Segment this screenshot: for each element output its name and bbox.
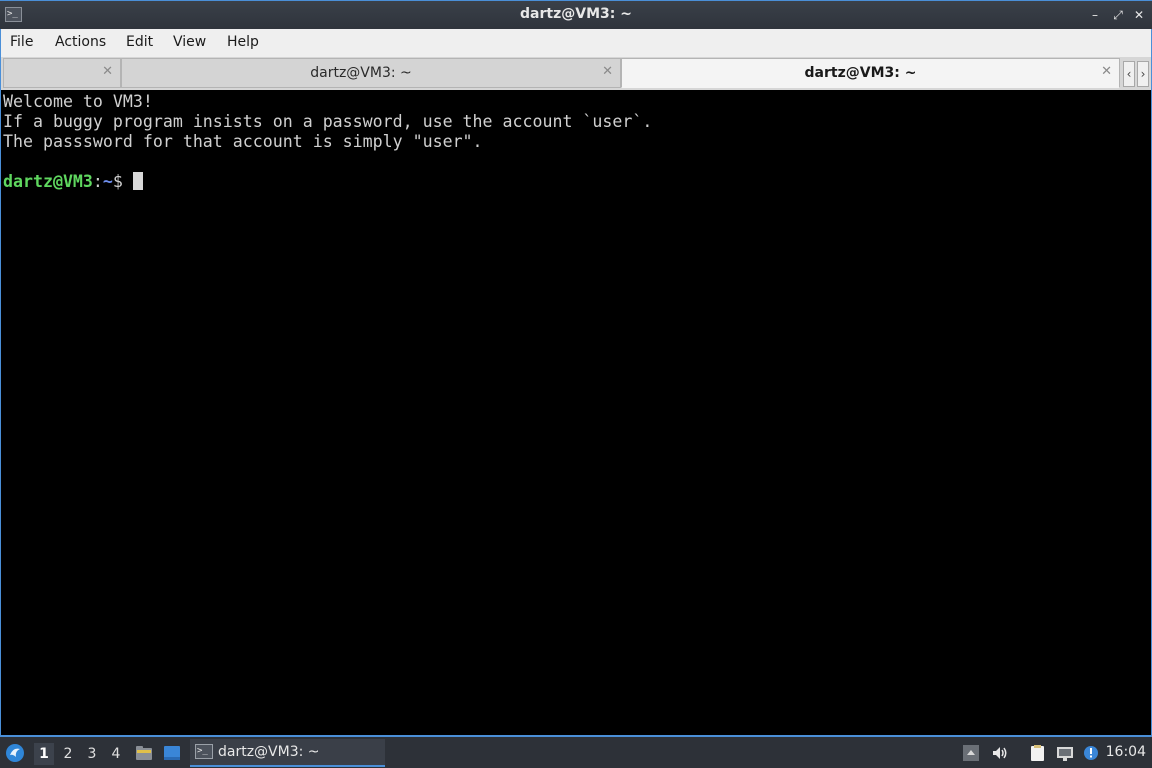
clipboard-icon[interactable] xyxy=(1028,744,1046,762)
terminal-icon: >_ xyxy=(195,744,213,759)
file-manager-icon[interactable] xyxy=(135,745,153,761)
lxqt-menu-icon[interactable] xyxy=(5,743,25,763)
terminal-cursor xyxy=(132,172,143,190)
terminal-line: Welcome to VM3! xyxy=(3,92,153,111)
terminal-line: If a buggy program insists on a password… xyxy=(3,112,653,131)
tab-1[interactable]: ✕ xyxy=(3,58,121,88)
tab-close-icon[interactable]: ✕ xyxy=(102,64,113,80)
maximize-button[interactable]: ⤢ xyxy=(1110,7,1126,23)
terminal-area[interactable]: Welcome to VM3! If a buggy program insis… xyxy=(0,90,1152,735)
update-notifier-icon[interactable] xyxy=(1082,744,1100,762)
menu-edit[interactable]: Edit xyxy=(126,34,153,50)
workspace-4[interactable]: 4 xyxy=(106,743,126,765)
prompt-dollar: $ xyxy=(112,172,123,191)
task-label: dartz@VM3: ~ xyxy=(218,744,320,760)
tab-close-icon[interactable]: ✕ xyxy=(602,64,613,80)
tab-scroll-left-button[interactable]: ‹ xyxy=(1123,61,1135,87)
menu-help[interactable]: Help xyxy=(227,34,259,50)
menu-view[interactable]: View xyxy=(173,34,206,50)
menu-file[interactable]: File xyxy=(10,34,33,50)
prompt-path: ~ xyxy=(102,172,113,191)
tab-label: dartz@VM3: ~ xyxy=(804,65,917,81)
window-titlebar[interactable]: >_ dartz@VM3: ~ – ⤢ ✕ xyxy=(0,0,1152,29)
workspace-2[interactable]: 2 xyxy=(58,743,78,765)
prompt-colon: : xyxy=(92,172,103,191)
tab-3[interactable]: dartz@VM3: ~ ✕ xyxy=(621,58,1120,88)
tab-label: dartz@VM3: ~ xyxy=(310,65,412,81)
minimize-button[interactable]: – xyxy=(1087,7,1103,23)
terminal-line: The passsword for that account is simply… xyxy=(3,132,483,151)
network-icon[interactable] xyxy=(1056,744,1074,762)
tab-close-icon[interactable]: ✕ xyxy=(1101,64,1112,80)
clock[interactable]: 16:04 xyxy=(1106,744,1146,760)
tab-2[interactable]: dartz@VM3: ~ ✕ xyxy=(121,58,621,88)
terminal-prompt: dartz@VM3:~$ xyxy=(3,172,143,192)
volume-icon[interactable] xyxy=(991,744,1009,762)
menu-bar: File Actions Edit View Help xyxy=(0,29,1152,57)
show-desktop-icon[interactable] xyxy=(163,745,181,761)
prompt-user-host: dartz@VM3 xyxy=(3,172,93,191)
desktop-screen: >_ dartz@VM3: ~ – ⤢ ✕ File Actions Edit … xyxy=(0,0,1152,768)
menu-actions[interactable]: Actions xyxy=(55,34,106,50)
tray-expand-icon[interactable] xyxy=(962,744,980,762)
workspace-1[interactable]: 1 xyxy=(34,743,54,765)
close-button[interactable]: ✕ xyxy=(1131,7,1147,23)
window-title: dartz@VM3: ~ xyxy=(520,6,632,22)
workspace-3[interactable]: 3 xyxy=(82,743,102,765)
taskbar: 1 2 3 4 >_ dartz@VM3: ~ 16:04 xyxy=(0,735,1152,768)
taskbar-terminal-button[interactable]: >_ dartz@VM3: ~ xyxy=(190,739,385,767)
tab-bar: ✕ dartz@VM3: ~ ✕ dartz@VM3: ~ ✕ ‹ › xyxy=(0,57,1152,90)
tab-scroll-right-button[interactable]: › xyxy=(1137,61,1149,87)
